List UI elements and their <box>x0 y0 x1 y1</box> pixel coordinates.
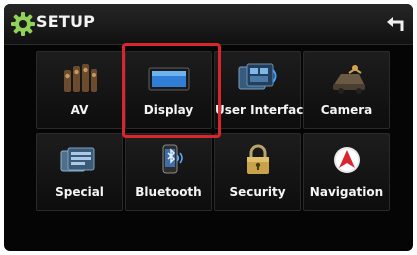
menu-item-label: Display <box>143 103 194 117</box>
bluetooth-phone-icon <box>162 144 183 174</box>
back-arrow-icon <box>387 17 404 31</box>
padlock-icon <box>246 144 269 174</box>
display-monitor-icon <box>148 67 189 91</box>
menu-item-label: Special <box>55 185 104 199</box>
menu-item-security[interactable]: Security <box>214 133 301 211</box>
speakers-icon <box>63 64 97 92</box>
title-bar: SETUP <box>4 4 413 45</box>
setup-screen: SETUP AV Display User Interface Camera S… <box>4 4 413 251</box>
gear-icon <box>11 12 35 36</box>
menu-item-special[interactable]: Special <box>36 133 123 211</box>
menu-item-navigation[interactable]: Navigation <box>303 133 390 211</box>
menu-item-display[interactable]: Display <box>125 51 212 129</box>
menu-item-label: Security <box>229 185 286 199</box>
menu-item-user-interface[interactable]: User Interface <box>214 51 312 129</box>
menu-item-label: Navigation <box>309 185 384 199</box>
menu-item-label: AV <box>70 103 89 117</box>
menu-item-bluetooth[interactable]: Bluetooth <box>125 133 212 211</box>
setup-menu-grid: AV Display User Interface Camera Special… <box>36 51 390 211</box>
menu-item-av[interactable]: AV <box>36 51 123 129</box>
navigation-icon <box>333 147 360 173</box>
user-interface-icon <box>238 63 276 90</box>
back-button[interactable] <box>385 14 407 34</box>
special-screens-icon <box>60 147 94 172</box>
menu-item-label: User Interface <box>215 103 312 117</box>
camera-icon <box>332 65 365 94</box>
menu-item-camera[interactable]: Camera <box>303 51 390 129</box>
page-title: SETUP <box>36 12 96 31</box>
menu-item-label: Bluetooth <box>135 185 202 199</box>
menu-item-label: Camera <box>320 103 373 117</box>
